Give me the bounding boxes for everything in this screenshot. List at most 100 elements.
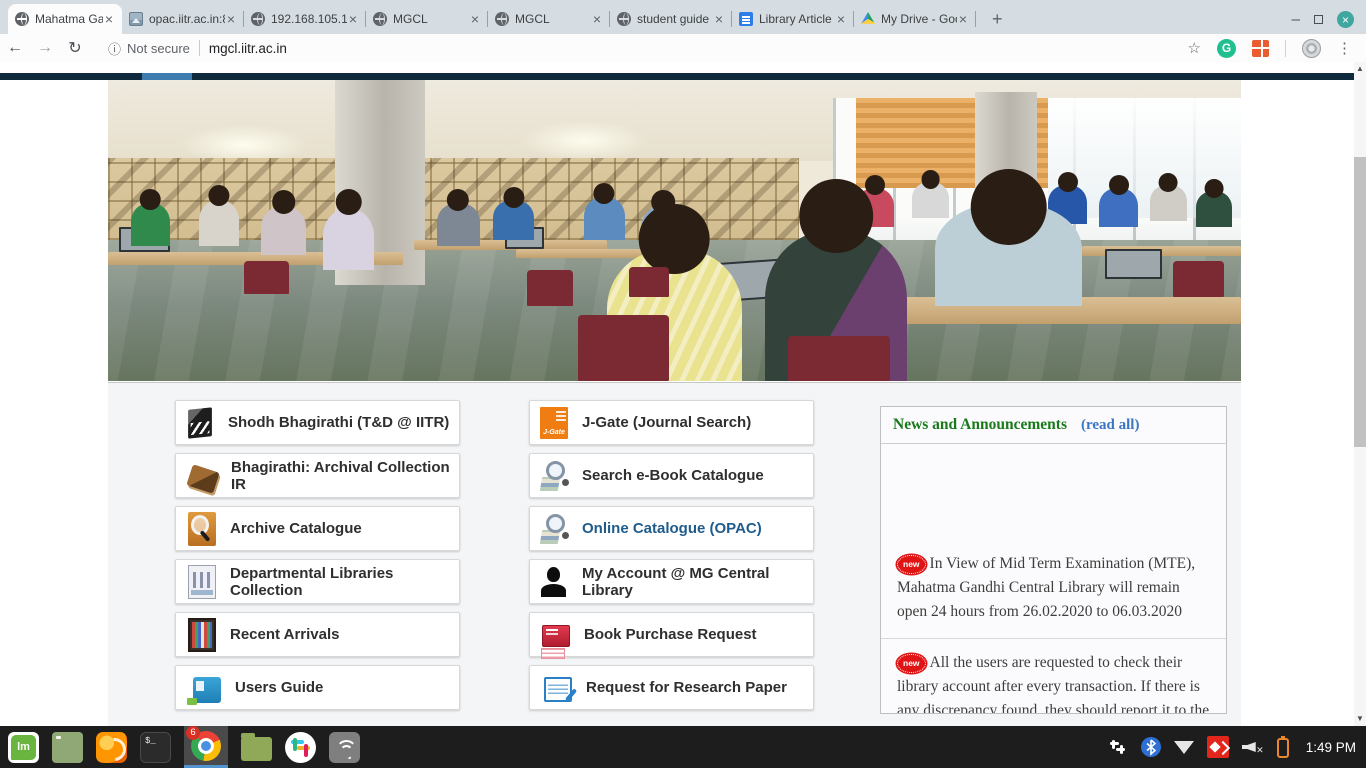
show-desktop-icon[interactable] [52,732,83,763]
close-window-button[interactable]: × [1337,11,1354,28]
firefox-icon[interactable] [96,732,127,763]
person-silhouette-icon [540,565,568,599]
button-online-catalogue-opac[interactable]: Online Catalogue (OPAC) [529,506,814,551]
tab-library-article[interactable]: Library Article D × [732,4,854,34]
tab-opac[interactable]: opac.iitr.ac.in:8 × [122,4,244,34]
tab-close-icon[interactable]: × [591,12,603,26]
reload-button[interactable]: ↻ [60,38,90,58]
browser-tab-strip: Mahatma Gand × opac.iitr.ac.in:8 × 192.1… [0,0,1366,34]
photo-laptop [1105,249,1162,279]
tab-mgcl-1[interactable]: MGCL × [366,4,488,34]
file-manager-icon[interactable] [241,737,272,761]
window-controls: – × [1292,11,1366,34]
bluetooth-icon[interactable] [1141,737,1161,757]
google-docs-icon [739,12,753,26]
anydesk-icon[interactable] [1207,736,1229,758]
button-search-ebook-catalogue[interactable]: Search e-Book Catalogue [529,453,814,498]
archival-book-icon [186,464,219,494]
taskbar-clock[interactable]: 1:49 PM [1302,740,1356,755]
system-tray: ✕ 1:49 PM [1108,736,1366,758]
browser-menu-icon[interactable]: ⋮ [1337,39,1352,57]
library-building-icon [188,565,216,599]
address-bar-url[interactable]: mgcl.iitr.ac.in [209,41,287,56]
news-and-announcements-panel: News and Announcements (read all) newIn … [880,406,1227,714]
site-navbar-active-item[interactable] [142,73,192,80]
button-my-account[interactable]: My Account @ MG Central Library [529,559,814,604]
person-figure [1099,188,1138,227]
terminal-icon[interactable]: $_ [140,732,171,763]
person-figure [1196,191,1232,227]
button-book-purchase-request[interactable]: Book Purchase Request [529,612,814,657]
photo-table [516,249,652,258]
forward-button[interactable]: → [30,39,60,57]
globe-icon [15,12,29,26]
tab-close-icon[interactable]: × [957,12,969,26]
tab-mgcl-2[interactable]: MGCL × [488,4,610,34]
battery-icon[interactable] [1277,738,1289,758]
person-figure [493,200,534,239]
photo-chair [788,336,890,381]
person-figure [437,203,480,245]
new-tab-button[interactable]: + [986,9,1009,30]
site-security-info[interactable]: ⓘ Not secure [108,39,190,58]
slack-tray-icon[interactable] [1108,737,1128,757]
slack-icon[interactable] [285,732,316,763]
tab-close-icon[interactable]: × [713,12,725,26]
scroll-up-arrow-icon[interactable]: ▲ [1354,62,1366,76]
book-stack-icon [188,407,212,438]
photo-chair [527,270,572,306]
mint-menu-icon[interactable] [8,732,39,763]
search-books-icon [540,459,568,493]
tab-close-icon[interactable]: × [835,12,847,26]
chrome-notification-badge: 6 [186,726,200,740]
network-settings-icon[interactable] [329,732,360,763]
bookshelf-icon [188,618,216,652]
person-figure [323,209,374,269]
grammarly-extension-icon[interactable]: G [1217,39,1236,58]
restore-button[interactable] [1314,15,1323,24]
globe-icon [495,12,509,26]
button-archive-catalogue[interactable]: Archive Catalogue [175,506,460,551]
button-departmental-libraries[interactable]: Departmental Libraries Collection [175,559,460,604]
person-figure [584,197,625,239]
button-recent-arrivals[interactable]: Recent Arrivals [175,612,460,657]
read-all-link[interactable]: (read all) [1081,417,1139,434]
page-scrollbar[interactable]: ▲ ▼ [1354,62,1366,726]
volume-muted-icon[interactable]: ✕ [1242,737,1264,757]
tab-ip-address[interactable]: 192.168.105.14 × [244,4,366,34]
tab-close-icon[interactable]: × [469,12,481,26]
image-icon [129,12,143,26]
info-icon[interactable]: ⓘ [108,39,121,58]
tab-close-icon[interactable]: × [103,12,115,26]
button-shodh-bhagirathi[interactable]: Shodh Bhagirathi (T&D @ IITR) [175,400,460,445]
jgate-icon: J-Gate [540,407,568,439]
tab-my-drive[interactable]: My Drive - Goo × [854,4,976,34]
button-jgate[interactable]: J-Gate J-Gate (Journal Search) [529,400,814,445]
screenshot-extension-icon[interactable] [1252,40,1269,57]
photo-chair [1173,261,1224,297]
wifi-signal-icon[interactable] [1174,741,1194,754]
button-request-research-paper[interactable]: Request for Research Paper [529,665,814,710]
chrome-taskbar-item[interactable]: 6 [184,726,228,768]
new-badge-icon: new [897,555,926,574]
tab-close-icon[interactable]: × [225,12,237,26]
minimize-button[interactable]: – [1292,11,1300,28]
button-users-guide[interactable]: Users Guide [175,665,460,710]
red-book-icon [542,625,570,647]
archive-search-icon [188,512,216,546]
tab-mahatma-gandhi-library[interactable]: Mahatma Gand × [8,4,122,34]
photo-chair [244,261,289,294]
back-button[interactable]: ← [0,39,30,57]
scroll-down-arrow-icon[interactable]: ▼ [1354,712,1366,726]
scrollbar-thumb[interactable] [1354,157,1366,447]
person-figure-foreground [935,203,1082,305]
google-drive-icon [861,12,875,26]
tab-student-guide[interactable]: student guide × [610,4,732,34]
bookmark-star-icon[interactable]: ☆ [1188,39,1201,57]
desktop-taskbar: $_ 6 ✕ 1:49 PM [0,726,1366,768]
globe-icon [617,12,631,26]
profile-avatar-icon[interactable] [1302,39,1321,58]
search-books-icon [540,512,568,546]
button-bhagirathi-archival[interactable]: Bhagirathi: Archival Collection IR [175,453,460,498]
tab-close-icon[interactable]: × [347,12,359,26]
